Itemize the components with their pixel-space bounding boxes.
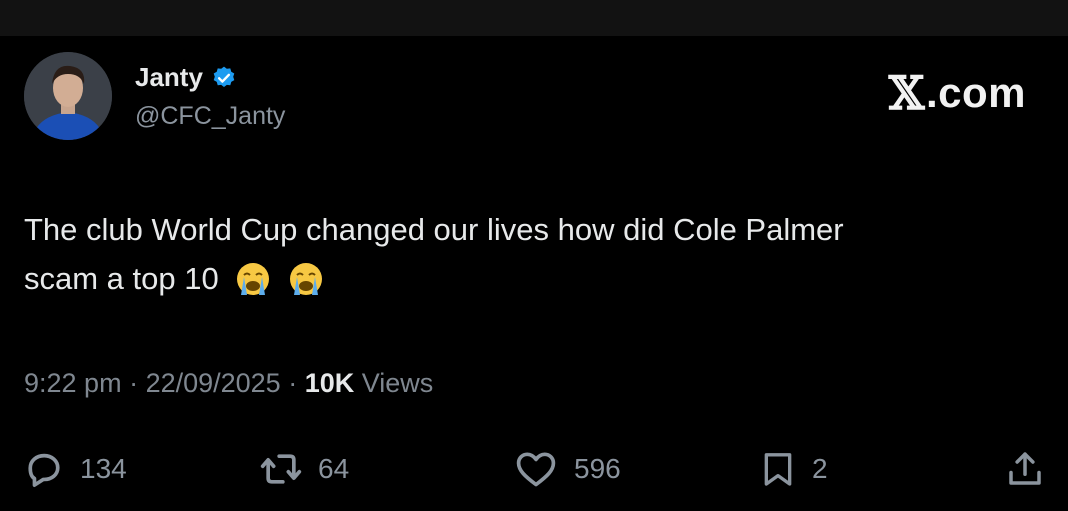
repost-button[interactable]: 64 <box>258 444 349 494</box>
views-label: Views <box>354 368 434 398</box>
tweet-text: The club World Cup changed our lives how… <box>24 205 1034 303</box>
author-name[interactable]: Janty <box>135 62 203 93</box>
top-bar <box>0 0 1068 36</box>
author-handle[interactable]: @CFC_Janty <box>135 102 285 131</box>
crying-face-emoji-icon <box>237 263 270 295</box>
share-button[interactable] <box>1004 444 1046 494</box>
like-button[interactable]: 596 <box>512 444 621 494</box>
tweet-line-1: The club World Cup changed our lives how… <box>24 212 844 247</box>
tweet-line-2: scam a top 10 <box>24 261 219 296</box>
like-icon <box>516 452 556 487</box>
brand-text: .com <box>925 69 1026 116</box>
meta-separator: · <box>280 368 305 398</box>
reply-button[interactable]: 134 <box>22 444 127 494</box>
like-count: 596 <box>574 453 621 484</box>
repost-count: 64 <box>318 453 350 484</box>
verified-badge-icon <box>213 66 235 87</box>
repost-icon <box>260 454 302 484</box>
brand-logo: 𝕏 .com <box>889 66 1026 120</box>
crying-face-emoji-icon <box>289 263 322 295</box>
meta-separator: · <box>121 368 146 398</box>
action-bar: 134 64 596 2 <box>22 444 1052 494</box>
reply-icon <box>28 453 60 487</box>
tweet-date[interactable]: 22/09/2025 <box>146 368 281 399</box>
author-name-row[interactable]: Janty <box>135 62 237 93</box>
avatar[interactable] <box>24 52 112 140</box>
tweet-meta: 9:22 pm · 22/09/2025 · 10K Views <box>24 368 433 399</box>
bookmark-icon <box>764 453 792 486</box>
brand-x-symbol: 𝕏 <box>888 66 925 120</box>
views-count: 10K <box>304 368 355 398</box>
bookmark-count: 2 <box>812 453 828 484</box>
reply-count: 134 <box>80 453 127 484</box>
avatar-image <box>24 52 112 140</box>
share-icon <box>1009 452 1041 485</box>
bookmark-button[interactable]: 2 <box>758 444 828 494</box>
tweet-line-2-row: scam a top 10 <box>24 254 1034 303</box>
tweet-time[interactable]: 9:22 pm <box>24 368 122 399</box>
